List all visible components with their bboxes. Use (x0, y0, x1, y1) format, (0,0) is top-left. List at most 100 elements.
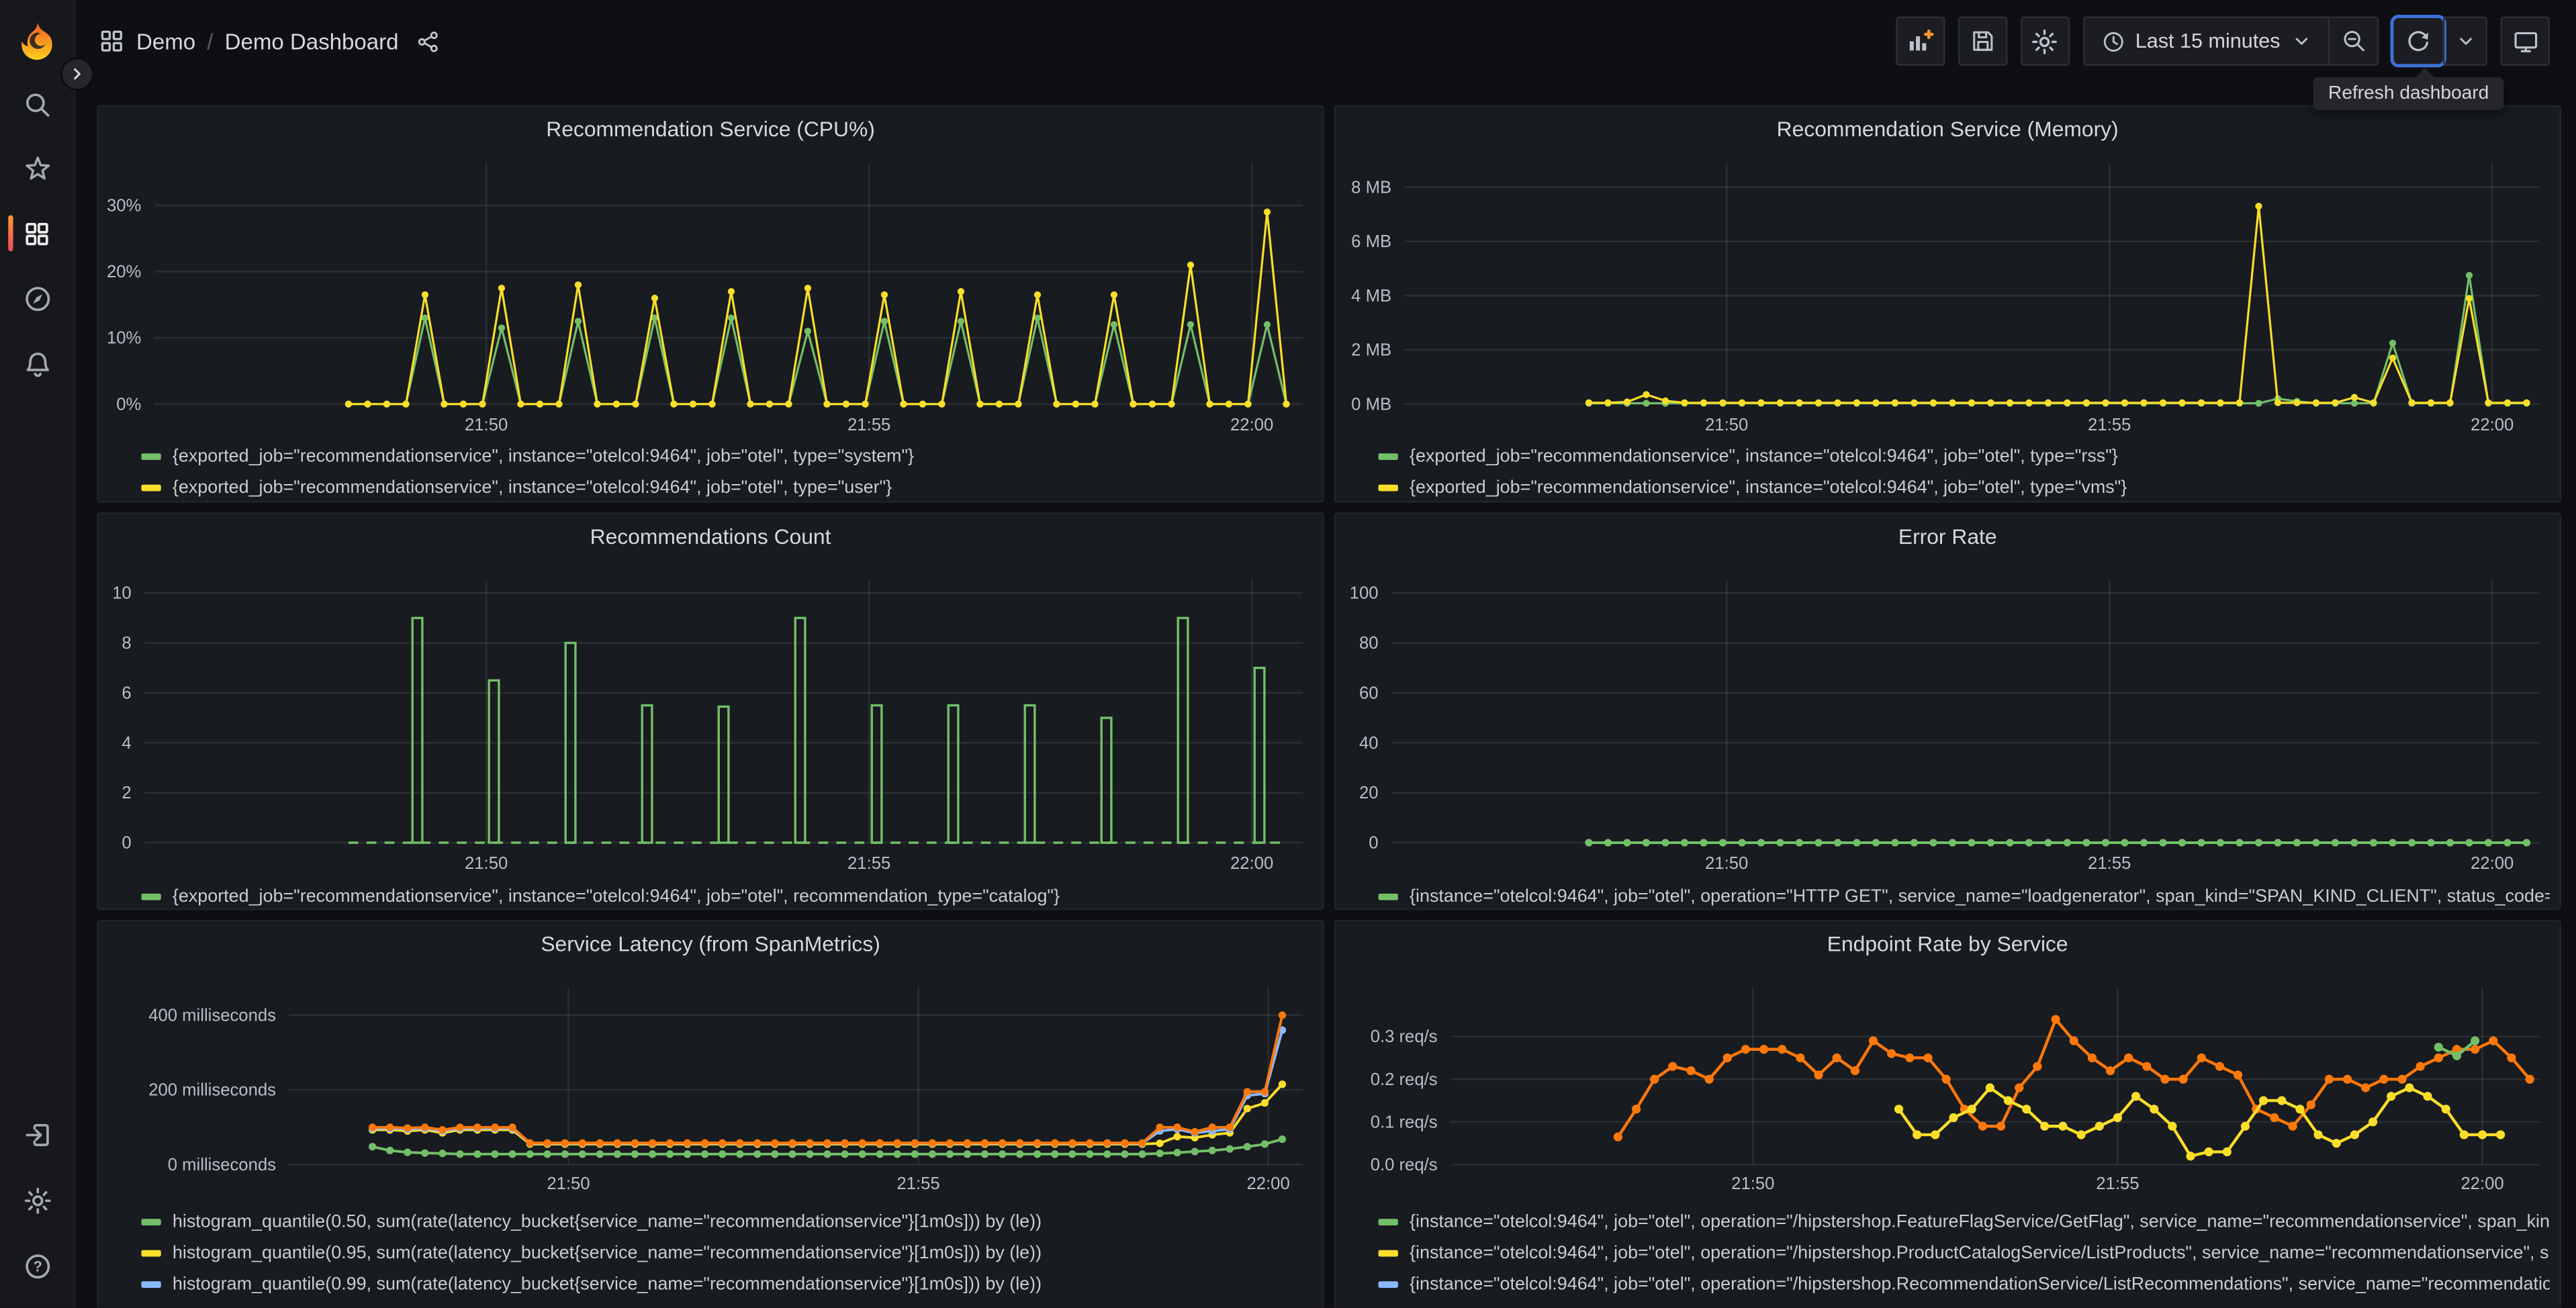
breadcrumb-root[interactable]: Demo (136, 29, 195, 54)
legend-label: {instance="otelcol:9464", job="otel", op… (1410, 1306, 2550, 1307)
legend-item[interactable]: {exported_job="recommendationservice", i… (141, 473, 1312, 502)
legend-item[interactable]: {instance="otelcol:9464", job="otel", op… (1378, 1239, 2550, 1268)
series-vms (1588, 205, 2527, 404)
legend-label: {exported_job="recommendationservice", i… (1410, 447, 2118, 467)
grafana-logo[interactable] (16, 19, 59, 62)
share-icon[interactable] (415, 29, 440, 54)
legend-item[interactable]: histogram_quantile(0.95, sum(rate(latenc… (141, 1239, 1312, 1268)
sidebar-item-help[interactable]: ? (0, 1239, 74, 1295)
legend-item[interactable]: {exported_job="recommendationservice", i… (1378, 473, 2550, 502)
err-chart[interactable]: 0 20 40 60 80 100 21:50 21:55 22:00 (1336, 514, 2561, 910)
y-axis-label: 0 (122, 834, 131, 853)
bar[interactable] (794, 616, 807, 844)
legend-item[interactable]: {exported_job="recommendationservice", i… (141, 882, 1312, 908)
bell-icon (26, 353, 48, 377)
bar[interactable] (870, 704, 883, 844)
legend-item[interactable]: {instance="otelcol:9464", job="otel", op… (1378, 1207, 2550, 1237)
legend-item[interactable]: histogram_quantile(0.99, sum(rate(latenc… (141, 1270, 1312, 1299)
sidebar-item-explore[interactable] (0, 271, 74, 327)
legend-item[interactable]: histogram_quantile(0.50, sum(rate(latenc… (141, 1207, 1312, 1237)
x-axis-label: 21:55 (2088, 854, 2131, 873)
legend-item[interactable]: {exported_job="recommendationservice", i… (1378, 442, 2550, 471)
x-axis-label: 22:00 (2471, 416, 2514, 434)
bar[interactable] (488, 679, 500, 844)
sidebar-item-sign-in[interactable] (0, 1107, 74, 1163)
save-dashboard-button[interactable] (1958, 16, 2007, 66)
cycle-view-mode-button[interactable] (2500, 16, 2550, 66)
panel-title[interactable]: Recommendation Service (CPU%) (99, 117, 1323, 142)
panel-title[interactable]: Recommendation Service (Memory) (1336, 117, 2560, 142)
add-panel-button[interactable] (1895, 16, 1945, 66)
legend-item[interactable]: {instance="otelcol:9464", job="otel", op… (1379, 1301, 2550, 1307)
zoom-out-time-button[interactable] (2328, 17, 2377, 64)
svg-text:?: ? (32, 1258, 41, 1275)
refresh-tooltip: Refresh dashboard (2313, 77, 2504, 110)
x-axis-label: 21:55 (847, 416, 890, 434)
bar[interactable] (1023, 704, 1036, 844)
legend-item[interactable]: {instance="otelcol:9464", job="otel", op… (1378, 1270, 2550, 1299)
x-axis-label: 22:00 (2471, 854, 2514, 873)
panel-title[interactable]: Recommendations Count (99, 524, 1323, 549)
clock-icon (2103, 31, 2123, 51)
y-axis-label: 6 MB (1351, 232, 1391, 251)
legend-swatch (141, 484, 161, 492)
legend-item[interactable]: {instance="otelcol:9464", job="otel", op… (1378, 882, 2550, 908)
sidebar-item-search[interactable] (0, 77, 74, 133)
y-axis-label: 6 (122, 684, 131, 702)
bar[interactable] (947, 704, 960, 844)
apps-icon (101, 30, 122, 52)
sidebar-item-preferences[interactable] (0, 1173, 74, 1229)
search-icon (25, 93, 49, 117)
bar[interactable] (717, 705, 730, 844)
x-axis-label: 21:50 (1731, 1174, 1774, 1193)
y-axis-label: 30% (107, 196, 141, 215)
y-axis-label: 10 (112, 584, 132, 603)
bar[interactable] (1177, 616, 1189, 844)
breadcrumb-current[interactable]: Demo Dashboard (225, 29, 399, 54)
sidebar-expand-button[interactable] (60, 57, 94, 91)
x-axis-label: 21:50 (465, 416, 508, 434)
panel-title[interactable]: Endpoint Rate by Service (1336, 931, 2560, 956)
legend-label: {exported_job="recommendationservice", i… (1410, 477, 2127, 498)
grafana-app: ? Demo / Demo Dashboard Last 15 minutes … (0, 0, 2576, 1308)
breadcrumb-separator: / (207, 28, 214, 54)
x-axis-label: 21:50 (1705, 854, 1748, 873)
legend-label: {instance="otelcol:9464", job="otel", op… (1410, 1212, 2550, 1232)
dashboard-settings-button[interactable] (2020, 16, 2070, 66)
legend-label: {instance="otelcol:9464", job="otel", op… (1410, 1243, 2550, 1264)
bar[interactable] (1100, 716, 1113, 844)
legend-label: {instance="otelcol:9464", job="otel", op… (1410, 887, 2550, 907)
count-chart[interactable]: 0 2 4 6 8 10 21:50 21:55 22:00 (99, 514, 1324, 910)
bar[interactable] (411, 616, 424, 844)
bar[interactable] (641, 704, 653, 844)
bar[interactable] (1253, 666, 1266, 844)
breadcrumb: Demo / Demo Dashboard (99, 28, 440, 54)
x-axis-label: 22:00 (1230, 854, 1273, 873)
y-axis-label: 0 MB (1351, 395, 1391, 414)
legend-item[interactable]: {exported_job="recommendationservice", i… (141, 442, 1312, 471)
legend-swatch (1378, 1219, 1398, 1226)
legend-label: {instance="otelcol:9464", job="otel", op… (1410, 1274, 2550, 1295)
refresh-dashboard-button[interactable] (2390, 15, 2446, 68)
y-axis-label: 4 MB (1351, 287, 1391, 306)
dashboard-toolbar: Last 15 minutes (1895, 15, 2550, 68)
legend-swatch (1378, 1281, 1398, 1288)
legend-label: histogram_quantile(0.95, sum(rate(latenc… (172, 1243, 1042, 1264)
y-axis-label: 0.2 req/s (1371, 1070, 1438, 1089)
sidebar-item-starred[interactable] (0, 141, 74, 197)
sidebar-item-dashboards[interactable] (0, 205, 74, 261)
series-rss (1588, 274, 2527, 405)
time-range-picker[interactable]: Last 15 minutes (2084, 18, 2328, 64)
top-nav: Demo / Demo Dashboard Last 15 minutes (74, 0, 2576, 82)
legend-swatch (1378, 893, 1398, 900)
x-axis-label: 21:55 (2088, 416, 2131, 434)
refresh-interval-dropdown[interactable] (2442, 17, 2486, 64)
legend-label: histogram_quantile(0.50, sum(rate(latenc… (172, 1212, 1042, 1232)
panel-title[interactable]: Error Rate (1336, 524, 2560, 549)
legend-label: {exported_job="recommendationservice", i… (172, 447, 915, 467)
legend-swatch (141, 1219, 161, 1226)
panel-title[interactable]: Service Latency (from SpanMetrics) (99, 931, 1323, 956)
sidebar-item-alerting[interactable] (0, 337, 74, 393)
legend-item[interactable]: histogram_quantile(0.999, sum(rate(laten… (141, 1301, 1312, 1307)
panel-count: Recommendations Count 0 2 4 6 8 10 21:50 21:55 22… (97, 512, 1324, 910)
